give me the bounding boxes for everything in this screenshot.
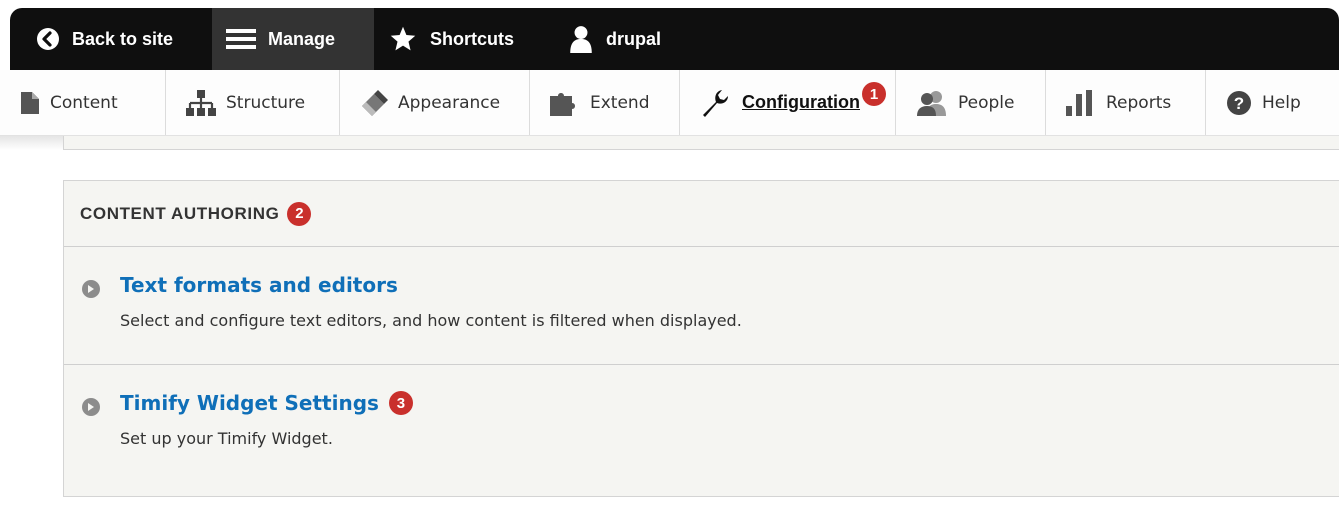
config-entry: Text formats and editors Select and conf… [64, 247, 1339, 364]
manage-label: Manage [268, 28, 336, 49]
people-icon [916, 90, 948, 116]
chevron-right-circle-icon [82, 280, 100, 298]
admin-menu-tray: Content Structure Appearance Extend Conf… [0, 70, 1339, 136]
shortcuts-label: Shortcuts [430, 28, 515, 49]
help-icon: ? [1226, 90, 1252, 116]
tray-item-extend[interactable]: Extend [530, 70, 680, 135]
tray-label-help: Help [1262, 92, 1301, 113]
back-arrow-icon [36, 27, 60, 51]
admin-toolbar: Back to site Manage Shortcuts drupal [10, 8, 1339, 70]
sitemap-icon [186, 89, 216, 116]
user-tab[interactable]: drupal [554, 8, 684, 70]
previous-panel-edge [63, 136, 1339, 150]
tray-item-people[interactable]: People [896, 70, 1046, 135]
panel-title: CONTENT AUTHORING [80, 203, 280, 223]
shortcuts-tab[interactable]: Shortcuts [374, 8, 554, 70]
tray-item-structure[interactable]: Structure [166, 70, 340, 135]
tray-item-help[interactable]: ? Help [1206, 70, 1339, 135]
paintbrush-icon [360, 89, 388, 116]
file-icon [20, 91, 40, 114]
wrench-icon [700, 88, 730, 118]
tray-item-content[interactable]: Content [0, 70, 166, 135]
entry-description: Set up your Timify Widget. [120, 429, 333, 448]
tray-item-reports[interactable]: Reports [1046, 70, 1206, 135]
tray-item-appearance[interactable]: Appearance [340, 70, 530, 135]
tray-label-appearance: Appearance [398, 92, 501, 113]
panel-header: CONTENT AUTHORING 2 [64, 181, 1339, 247]
manage-tab[interactable]: Manage [212, 8, 374, 70]
user-icon [568, 25, 594, 53]
config-entry: Timify Widget Settings 3 Set up your Tim… [64, 364, 1339, 498]
callout-badge-3: 3 [388, 391, 413, 415]
text-formats-link[interactable]: Text formats and editors [120, 273, 398, 297]
callout-badge-1: 1 [862, 82, 886, 106]
tray-label-people: People [958, 92, 1015, 113]
svg-text:?: ? [1234, 94, 1244, 113]
user-label: drupal [606, 28, 662, 49]
tray-label-structure: Structure [226, 92, 306, 113]
hamburger-menu-icon [226, 27, 256, 51]
chevron-right-circle-icon [82, 398, 100, 416]
puzzle-icon [550, 90, 580, 116]
tray-label-content: Content [50, 92, 118, 113]
entry-description: Select and configure text editors, and h… [120, 311, 742, 330]
back-to-site-link[interactable]: Back to site [22, 8, 212, 70]
back-to-site-label: Back to site [72, 28, 174, 49]
star-icon [388, 25, 418, 53]
tray-label-extend: Extend [590, 92, 650, 113]
tray-item-configuration[interactable]: Configuration 1 [680, 70, 896, 135]
bar-chart-icon [1066, 89, 1096, 116]
callout-badge-2: 2 [287, 201, 312, 226]
tray-label-reports: Reports [1106, 92, 1172, 113]
timify-widget-settings-link[interactable]: Timify Widget Settings [120, 391, 379, 415]
tray-label-configuration: Configuration [742, 92, 860, 112]
content-authoring-panel: CONTENT AUTHORING 2 Text formats and edi… [63, 180, 1339, 497]
